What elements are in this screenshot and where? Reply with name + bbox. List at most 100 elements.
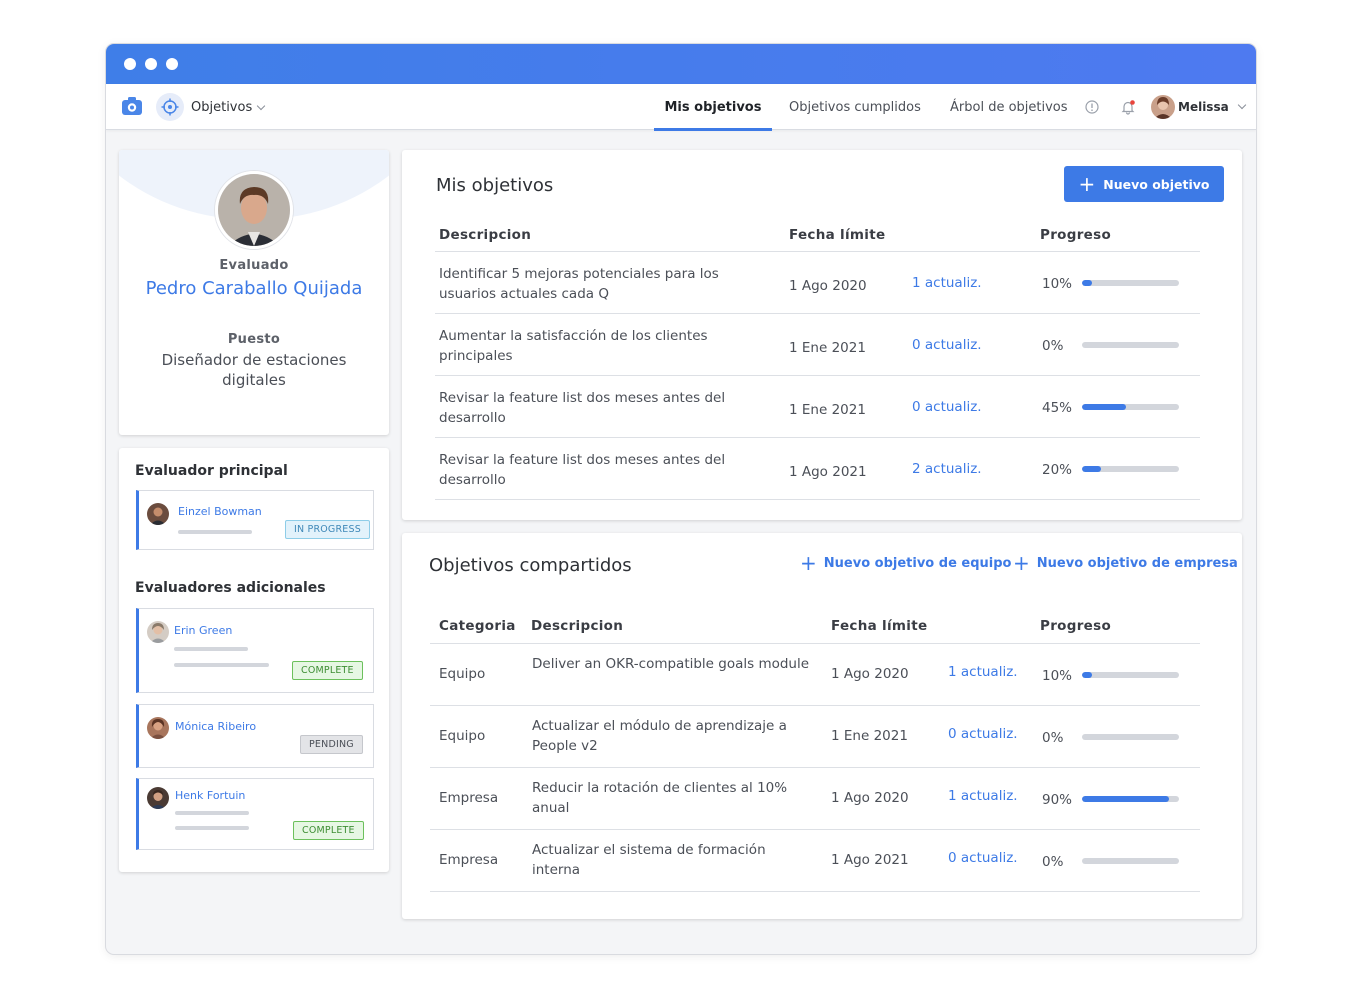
goal-progress-percent: 0% bbox=[1042, 730, 1064, 746]
my-goals-title: Mis objetivos bbox=[436, 175, 554, 196]
evaluator-name[interactable]: Erin Green bbox=[174, 624, 232, 637]
goal-category: Empresa bbox=[439, 790, 499, 806]
row-divider bbox=[430, 891, 1200, 892]
status-badge: COMPLETE bbox=[293, 821, 364, 840]
goal-progress-percent: 0% bbox=[1042, 854, 1064, 870]
gear-icon[interactable] bbox=[120, 96, 144, 118]
goal-progress-percent: 90% bbox=[1042, 792, 1073, 808]
goal-description[interactable]: Reducir la rotación de clientes al 10% a… bbox=[532, 778, 817, 818]
progress-bar-fill bbox=[1082, 404, 1126, 410]
goal-deadline: 1 Ene 2021 bbox=[831, 728, 908, 744]
module-selector[interactable]: Objetivos bbox=[191, 100, 266, 115]
row-divider bbox=[435, 499, 1200, 500]
user-name: Melissa bbox=[1178, 100, 1229, 114]
progress-bar bbox=[1082, 796, 1179, 802]
goal-progress-percent: 20% bbox=[1042, 462, 1073, 478]
evaluator-name[interactable]: Mónica Ribeiro bbox=[175, 720, 256, 733]
tab-label: Objetivos cumplidos bbox=[789, 99, 921, 115]
button-label: Nuevo objetivo de empresa bbox=[1036, 555, 1238, 571]
avatar bbox=[147, 621, 169, 643]
placeholder-line bbox=[174, 647, 248, 651]
placeholder-line bbox=[178, 530, 252, 534]
goal-progress-percent: 0% bbox=[1042, 338, 1064, 354]
goal-deadline: 1 Ago 2020 bbox=[831, 790, 909, 806]
shared-goals-panel: Objetivos compartidos + Nuevo objetivo d… bbox=[402, 533, 1242, 919]
progress-bar bbox=[1082, 734, 1179, 740]
progress-bar-fill bbox=[1082, 466, 1102, 472]
avatar[interactable] bbox=[1151, 95, 1175, 119]
status-badge: PENDING bbox=[300, 735, 363, 754]
goal-updates-link[interactable]: 0 actualiz. bbox=[948, 726, 1018, 742]
column-header-category: Categoria bbox=[439, 618, 516, 634]
window-dot[interactable] bbox=[124, 58, 136, 70]
goal-deadline: 1 Ene 2021 bbox=[789, 402, 866, 418]
goal-updates-link[interactable]: 1 actualiz. bbox=[948, 788, 1018, 804]
evaluator-card[interactable]: Mónica Ribeiro PENDING bbox=[136, 704, 374, 768]
avatar bbox=[215, 171, 293, 249]
goal-description[interactable]: Aumentar la satisfacción de los clientes… bbox=[439, 326, 749, 366]
tab-mis-objetivos[interactable]: Mis objetivos bbox=[654, 84, 772, 131]
goal-description[interactable]: Identificar 5 mejoras potenciales para l… bbox=[439, 264, 749, 304]
evaluator-card[interactable]: Henk Fortuin COMPLETE bbox=[136, 778, 374, 850]
tab-objetivos-cumplidos[interactable]: Objetivos cumplidos bbox=[789, 84, 921, 130]
goal-category: Equipo bbox=[439, 666, 486, 682]
target-icon[interactable] bbox=[156, 93, 184, 121]
profile-card: Evaluado Pedro Caraballo Quijada Puesto … bbox=[119, 150, 389, 435]
new-company-goal-button[interactable]: + Nuevo objetivo de empresa bbox=[1013, 553, 1238, 573]
goal-updates-link[interactable]: 0 actualiz. bbox=[912, 399, 982, 415]
avatar bbox=[147, 503, 169, 525]
divider bbox=[435, 251, 1200, 252]
my-goals-panel: Mis objetivos + Nuevo objetivo Descripci… bbox=[402, 150, 1242, 520]
evaluated-name[interactable]: Pedro Caraballo Quijada bbox=[119, 278, 389, 299]
evaluator-card[interactable]: Einzel Bowman IN PROGRESS bbox=[136, 490, 374, 550]
row-divider bbox=[435, 375, 1200, 376]
goal-description[interactable]: Actualizar el sistema de formación inter… bbox=[532, 840, 817, 880]
window-dot[interactable] bbox=[166, 58, 178, 70]
info-icon[interactable] bbox=[1084, 99, 1100, 115]
goal-progress-percent: 45% bbox=[1042, 400, 1073, 416]
plus-icon: + bbox=[1078, 172, 1096, 196]
position-value: Diseñador de estaciones digitales bbox=[161, 351, 347, 389]
progress-bar-fill bbox=[1082, 796, 1170, 802]
goal-updates-link[interactable]: 0 actualiz. bbox=[912, 337, 982, 353]
evaluated-label: Evaluado bbox=[219, 258, 289, 273]
bell-icon[interactable] bbox=[1120, 99, 1136, 115]
row-divider bbox=[435, 437, 1200, 438]
progress-bar bbox=[1082, 404, 1179, 410]
goal-deadline: 1 Ago 2020 bbox=[789, 278, 867, 294]
column-header-description: Descripcion bbox=[531, 618, 624, 634]
goal-description[interactable]: Revisar la feature list dos meses antes … bbox=[439, 450, 749, 490]
progress-bar bbox=[1082, 858, 1179, 864]
user-menu[interactable]: Melissa bbox=[1178, 100, 1246, 114]
goal-description[interactable]: Revisar la feature list dos meses antes … bbox=[439, 388, 749, 428]
goal-description[interactable]: Actualizar el módulo de aprendizaje a Pe… bbox=[532, 716, 817, 756]
new-team-goal-button[interactable]: + Nuevo objetivo de equipo bbox=[800, 553, 1011, 573]
goal-updates-link[interactable]: 1 actualiz. bbox=[948, 664, 1018, 680]
divider bbox=[430, 643, 1200, 644]
progress-bar-fill bbox=[1082, 672, 1092, 678]
tab-arbol-de-objetivos[interactable]: Árbol de objetivos bbox=[950, 84, 1068, 130]
module-label: Objetivos bbox=[191, 100, 253, 115]
window-dot[interactable] bbox=[145, 58, 157, 70]
column-header-progress: Progreso bbox=[1040, 618, 1112, 634]
goal-description[interactable]: Deliver an OKR-compatible goals module bbox=[532, 654, 817, 674]
top-navbar: Objetivos Mis objetivos Objetivos cumpli… bbox=[106, 84, 1256, 131]
avatar bbox=[147, 717, 169, 739]
avatar bbox=[147, 787, 169, 809]
column-header-deadline: Fecha límite bbox=[789, 227, 886, 243]
column-header-deadline: Fecha límite bbox=[831, 618, 928, 634]
tab-label: Árbol de objetivos bbox=[950, 99, 1068, 115]
goal-progress-percent: 10% bbox=[1042, 668, 1073, 684]
goal-updates-link[interactable]: 0 actualiz. bbox=[948, 850, 1018, 866]
chevron-down-icon bbox=[256, 101, 266, 110]
goal-updates-link[interactable]: 1 actualiz. bbox=[912, 275, 982, 291]
evaluator-name[interactable]: Henk Fortuin bbox=[175, 789, 245, 802]
placeholder-line bbox=[175, 826, 249, 830]
status-badge: COMPLETE bbox=[292, 661, 363, 680]
window-titlebar bbox=[106, 44, 1256, 84]
new-goal-button[interactable]: + Nuevo objetivo bbox=[1064, 166, 1224, 202]
goal-updates-link[interactable]: 2 actualiz. bbox=[912, 461, 982, 477]
goal-category: Equipo bbox=[439, 728, 486, 744]
evaluator-name[interactable]: Einzel Bowman bbox=[178, 505, 262, 518]
evaluator-card[interactable]: Erin Green COMPLETE bbox=[136, 608, 374, 693]
